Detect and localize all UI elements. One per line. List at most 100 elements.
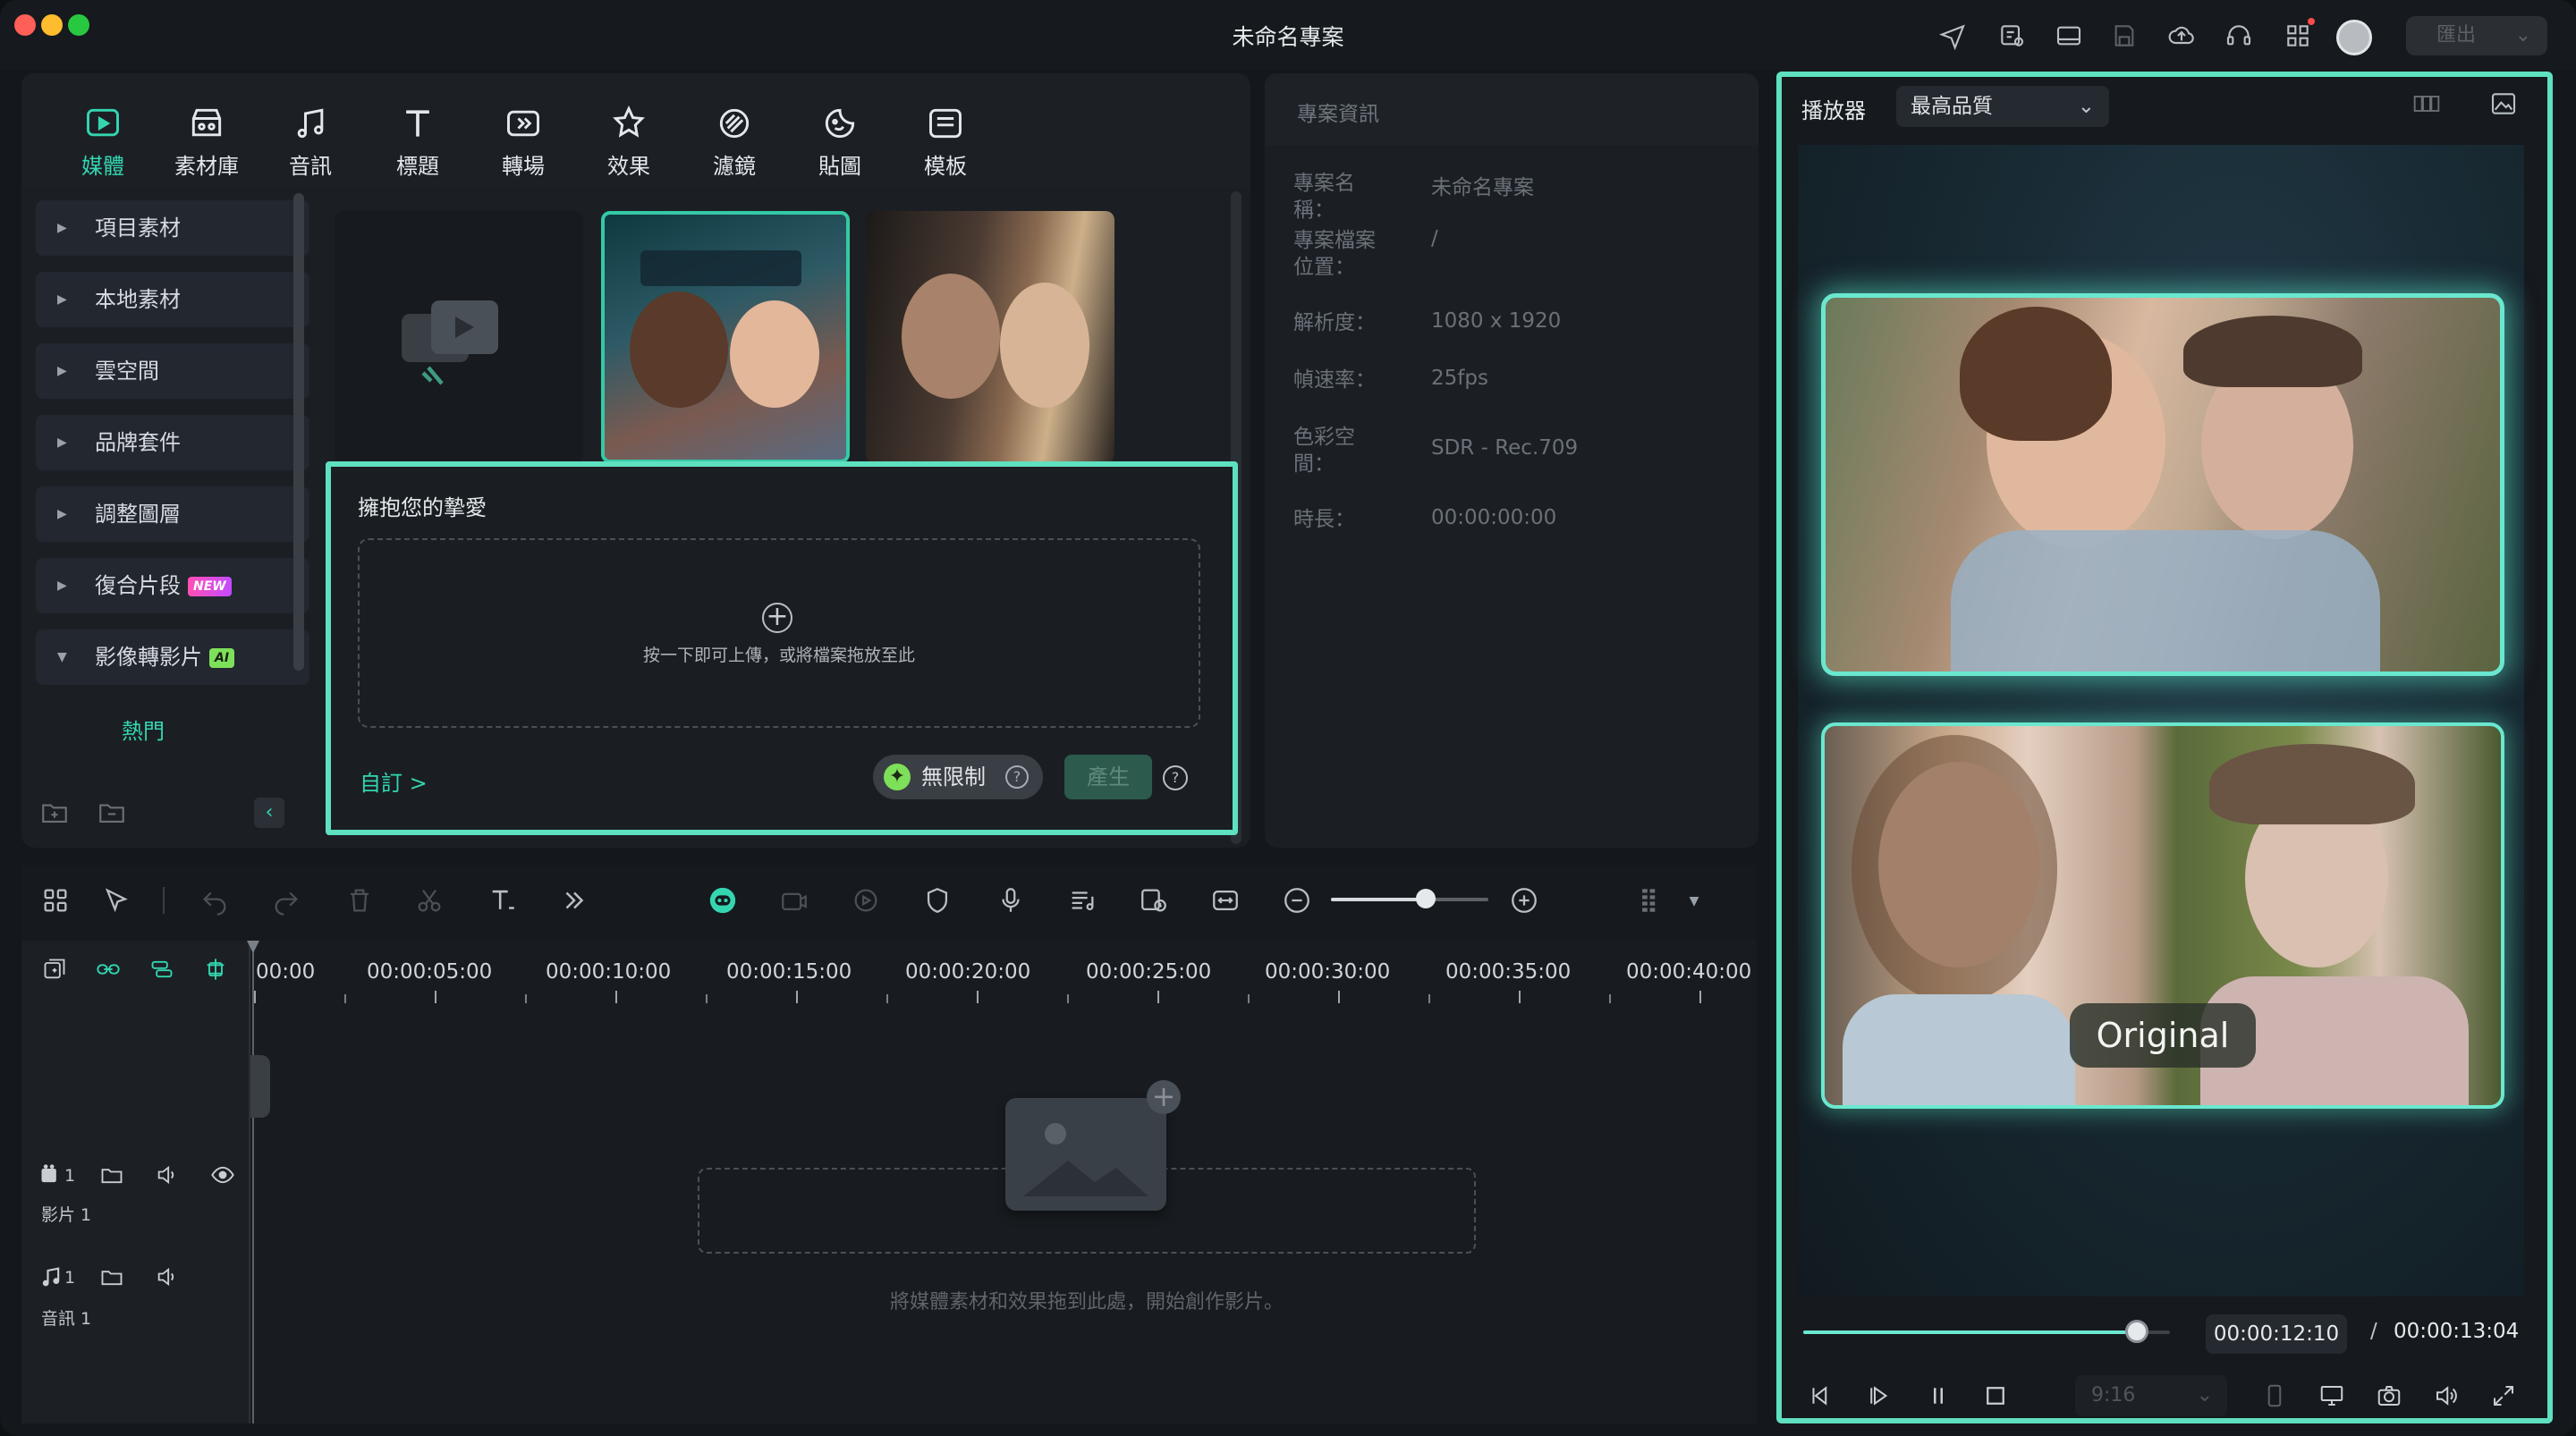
motion-tracking-icon[interactable] — [850, 885, 882, 917]
eye-icon[interactable] — [209, 1162, 236, 1189]
ruler-tick — [796, 991, 798, 1003]
info-value: SDR - Rec.709 — [1431, 436, 1579, 460]
zoom-in-icon[interactable] — [1508, 885, 1540, 917]
quality-select[interactable]: 最高品質 ⌄ — [1896, 86, 2109, 127]
sidebar-item-local-media[interactable]: ▶ 本地素材 — [36, 272, 309, 327]
scrubber-handle[interactable] — [2125, 1320, 2149, 1343]
tab-store[interactable]: 素材庫 — [166, 104, 247, 180]
select-tool-icon[interactable] — [100, 885, 132, 917]
sidebar-scrollbar[interactable] — [293, 193, 304, 671]
auto-ripple-icon[interactable] — [148, 957, 175, 984]
upload-dropzone[interactable] — [358, 538, 1200, 728]
snapshot-icon[interactable] — [2374, 1382, 2404, 1413]
display-icon[interactable] — [2317, 1382, 2347, 1413]
media-thumbnail[interactable] — [866, 211, 1114, 463]
ai-video-icon[interactable] — [778, 885, 810, 917]
track-resize-handle[interactable] — [250, 1055, 270, 1118]
text-tool-icon[interactable] — [487, 885, 519, 917]
tab-media[interactable]: 媒體 — [63, 104, 143, 180]
tab-titles[interactable]: 標題 — [377, 104, 458, 180]
track-layout-icon[interactable] — [1635, 885, 1667, 917]
phone-view-icon[interactable] — [2259, 1382, 2290, 1413]
new-folder-icon[interactable] — [39, 798, 70, 828]
save-icon[interactable] — [2109, 21, 2140, 52]
zoom-window-button[interactable] — [68, 14, 89, 36]
sidebar-item-brand-kit[interactable]: ▶ 品牌套件 — [36, 415, 309, 470]
window-title: 未命名專案 — [1232, 24, 1344, 50]
zoom-out-icon[interactable] — [1281, 885, 1313, 917]
cloud-upload-icon[interactable] — [2166, 21, 2197, 52]
sidebar-item-compound-clip[interactable]: ▶ 復合片段 NEW — [36, 558, 309, 613]
add-icon[interactable]: + — [1147, 1080, 1181, 1114]
folder-lock-icon[interactable] — [98, 1162, 125, 1189]
help-icon[interactable]: ? — [1005, 765, 1029, 789]
tab-templates[interactable]: 模板 — [905, 104, 986, 180]
add-track-icon[interactable] — [41, 957, 68, 984]
cut-icon[interactable] — [413, 885, 445, 917]
sidebar-item-label: 影像轉影片 — [95, 645, 202, 670]
volume-icon[interactable] — [2431, 1382, 2462, 1413]
image-placeholder-icon — [1005, 1098, 1166, 1211]
sidebar-item-adjustment-layer[interactable]: ▶ 調整圖層 — [36, 486, 309, 542]
tab-label: 濾鏡 — [713, 154, 756, 179]
tab-stickers[interactable]: 貼圖 — [800, 104, 880, 180]
tab-effects[interactable]: 效果 — [589, 104, 669, 180]
link-icon[interactable] — [95, 957, 122, 984]
send-icon[interactable] — [1937, 21, 1968, 52]
headset-icon[interactable] — [2224, 21, 2254, 52]
previous-frame-icon[interactable] — [1805, 1382, 1835, 1413]
sidebar-item-image-to-video[interactable]: ▼ 影像轉影片 AI — [36, 629, 309, 685]
pause-icon[interactable] — [1923, 1382, 1953, 1413]
fullscreen-icon[interactable] — [2488, 1382, 2519, 1413]
tab-transitions[interactable]: 轉場 — [483, 104, 564, 180]
more-tools-icon[interactable] — [558, 885, 590, 917]
fit-icon[interactable] — [1209, 885, 1241, 917]
video-track-number: 1 — [64, 1166, 76, 1186]
microphone-icon[interactable] — [995, 885, 1027, 917]
play-icon[interactable] — [1864, 1382, 1894, 1413]
undo-icon[interactable] — [199, 885, 231, 917]
playhead[interactable] — [252, 941, 254, 1423]
generate-button[interactable]: 產生 — [1064, 755, 1152, 799]
aspect-ratio-select[interactable]: 9:16 ⌄ — [2075, 1375, 2227, 1416]
ai-copilot-icon[interactable] — [707, 885, 739, 917]
close-window-button[interactable] — [14, 14, 36, 36]
apps-icon[interactable] — [2283, 18, 2315, 52]
folder-lock-icon[interactable] — [98, 1264, 125, 1291]
save-template-icon[interactable] — [1996, 21, 2027, 52]
replace-media-icon[interactable] — [1138, 885, 1170, 917]
tab-filters[interactable]: 濾鏡 — [694, 104, 775, 180]
layout-grid-icon[interactable] — [39, 885, 72, 917]
avatar[interactable] — [2336, 20, 2372, 55]
media-thumbnail-selected[interactable] — [601, 211, 850, 463]
chevron-right-icon: ▶ — [57, 579, 67, 593]
media-thumbnail-placeholder[interactable] — [335, 211, 583, 463]
chevron-down-icon[interactable]: ▼ — [1678, 885, 1710, 917]
zoom-slider-handle[interactable] — [1415, 889, 1436, 908]
minimize-window-button[interactable] — [41, 14, 63, 36]
unlimited-credits-button[interactable]: ✦ 無限制 ? — [873, 755, 1043, 799]
audio-list-icon[interactable] — [1066, 885, 1098, 917]
customize-link[interactable]: 自訂 > — [360, 765, 428, 797]
shield-icon[interactable] — [921, 885, 953, 917]
current-time[interactable]: 00:00:12:10 — [2206, 1314, 2347, 1354]
folder-icon[interactable] — [97, 798, 127, 828]
volume-icon[interactable] — [154, 1162, 181, 1189]
delete-icon[interactable] — [343, 885, 376, 917]
tab-audio[interactable]: 音訊 — [270, 104, 351, 180]
add-circle-icon[interactable]: + — [762, 603, 792, 633]
help-icon[interactable]: ? — [1163, 765, 1188, 790]
sidebar-item-project-media[interactable]: ▶ 項目素材 — [36, 200, 309, 256]
sidebar-item-cloud[interactable]: ▶ 雲空間 — [36, 343, 309, 399]
redo-icon[interactable] — [270, 885, 302, 917]
image-view-icon[interactable] — [2488, 89, 2519, 120]
sidebar-sub-item-popular[interactable]: 熱門 — [36, 714, 250, 745]
volume-icon[interactable] — [154, 1264, 181, 1291]
stop-icon[interactable] — [1980, 1382, 2011, 1413]
snap-icon[interactable] — [202, 957, 229, 984]
ruler-tick — [1248, 994, 1250, 1003]
export-button[interactable]: 匯出 ⌄ — [2406, 16, 2547, 55]
grid-view-icon[interactable] — [2411, 89, 2442, 120]
layout-icon[interactable] — [2054, 21, 2084, 52]
collapse-sidebar-button[interactable]: ‹ — [254, 798, 284, 828]
